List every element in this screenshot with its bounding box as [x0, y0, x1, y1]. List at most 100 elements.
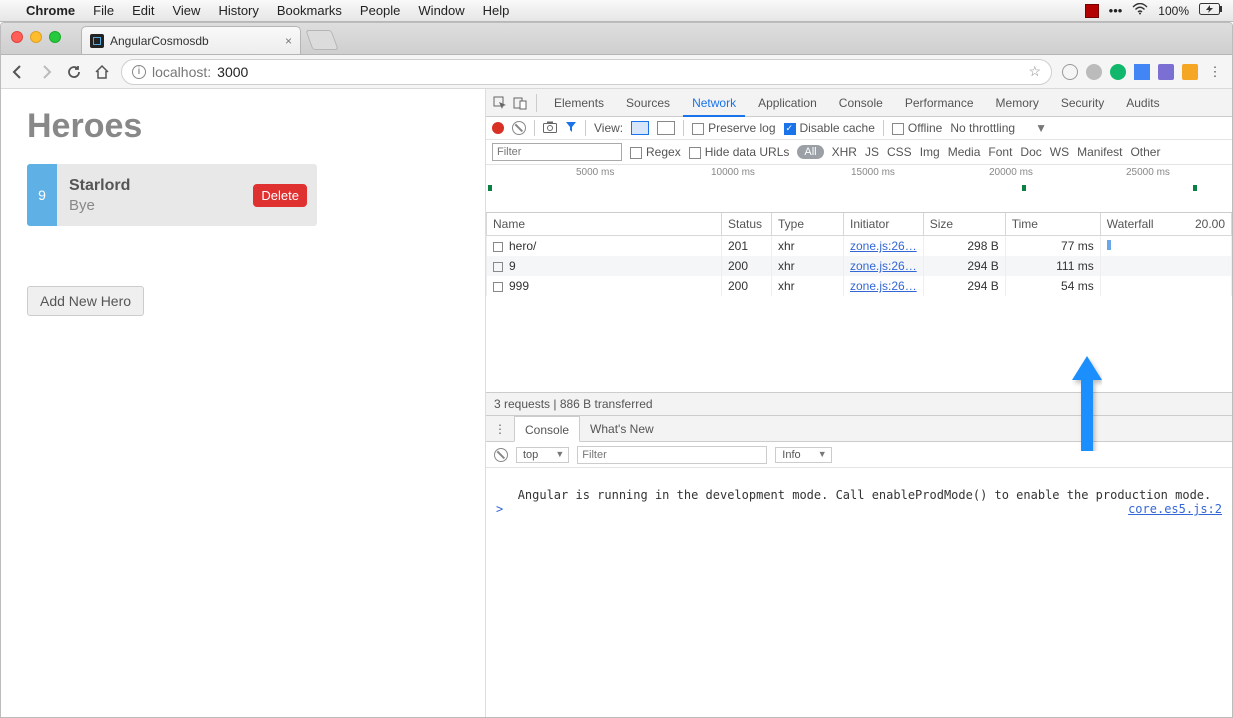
col-waterfall[interactable]: Waterfall20.00	[1100, 213, 1231, 236]
status-app-icon[interactable]	[1085, 4, 1099, 18]
zoom-window-button[interactable]	[49, 31, 61, 43]
bookmark-star-icon[interactable]: ☆	[1028, 63, 1041, 80]
minimize-window-button[interactable]	[30, 31, 42, 43]
wifi-icon[interactable]	[1132, 3, 1148, 18]
tab-close-icon[interactable]: ×	[285, 34, 292, 48]
filter-input[interactable]	[492, 143, 622, 161]
back-button[interactable]	[9, 63, 27, 81]
network-timeline[interactable]: 5000 ms 10000 ms 15000 ms 20000 ms 25000…	[486, 165, 1232, 213]
tab-performance[interactable]: Performance	[896, 89, 983, 117]
filter-js[interactable]: JS	[865, 145, 879, 159]
menubar-history[interactable]: History	[218, 3, 258, 18]
menubar-bookmarks[interactable]: Bookmarks	[277, 3, 342, 18]
inspect-element-icon[interactable]	[492, 95, 508, 111]
tab-security[interactable]: Security	[1052, 89, 1113, 117]
throttling-select[interactable]: No throttling ▼	[950, 121, 1047, 135]
filter-media[interactable]: Media	[948, 145, 981, 159]
menubar-app[interactable]: Chrome	[26, 3, 75, 18]
console-source-link[interactable]: core.es5.js:2	[1128, 502, 1222, 516]
app-content: Heroes 9 Starlord Bye Delete Add New Her…	[1, 89, 486, 717]
view-large-rows-button[interactable]	[631, 121, 649, 135]
filter-all[interactable]: All	[797, 145, 823, 159]
col-initiator[interactable]: Initiator	[844, 213, 924, 236]
record-button[interactable]	[492, 122, 504, 134]
home-button[interactable]	[93, 63, 111, 81]
macos-menubar: Chrome File Edit View History Bookmarks …	[0, 0, 1233, 22]
menubar-view[interactable]: View	[172, 3, 200, 18]
filter-img[interactable]: Img	[920, 145, 940, 159]
menubar-edit[interactable]: Edit	[132, 3, 154, 18]
console-level-select[interactable]: Info	[775, 447, 831, 463]
hide-data-urls-checkbox[interactable]: Hide data URLs	[689, 145, 790, 159]
extension-icon[interactable]	[1086, 64, 1102, 80]
filter-manifest[interactable]: Manifest	[1077, 145, 1122, 159]
battery-icon[interactable]	[1199, 3, 1223, 18]
console-output[interactable]: Angular is running in the development mo…	[486, 468, 1232, 717]
filter-css[interactable]: CSS	[887, 145, 912, 159]
address-bar[interactable]: i localhost:3000 ☆	[121, 59, 1052, 85]
tab-application[interactable]: Application	[749, 89, 826, 117]
tab-sources[interactable]: Sources	[617, 89, 679, 117]
console-message: Angular is running in the development mo…	[518, 488, 1212, 502]
extension-icon[interactable]	[1110, 64, 1126, 80]
network-request-table[interactable]: Name Status Type Initiator Size Time Wat…	[486, 213, 1232, 393]
chrome-menu-icon[interactable]: ⋮	[1206, 63, 1224, 81]
col-time[interactable]: Time	[1005, 213, 1100, 236]
console-prompt[interactable]: >	[496, 502, 503, 516]
col-size[interactable]: Size	[923, 213, 1005, 236]
disable-cache-checkbox[interactable]: Disable cache	[784, 121, 875, 135]
table-row[interactable]: 9200xhrzone.js:26…294 B111 ms	[487, 256, 1232, 276]
device-toolbar-icon[interactable]	[512, 95, 528, 111]
drawer-menu-icon[interactable]: ⋮	[486, 422, 514, 436]
menubar-help[interactable]: Help	[483, 3, 510, 18]
filter-font[interactable]: Font	[988, 145, 1012, 159]
col-type[interactable]: Type	[772, 213, 844, 236]
console-context-select[interactable]: top	[516, 447, 569, 463]
window-controls	[11, 31, 61, 43]
menubar-file[interactable]: File	[93, 3, 114, 18]
filter-icon[interactable]	[565, 121, 577, 136]
menubar-window[interactable]: Window	[418, 3, 464, 18]
console-toolbar: top Info	[486, 442, 1232, 468]
table-row[interactable]: 999200xhrzone.js:26…294 B54 ms	[487, 276, 1232, 296]
devtools: Elements Sources Network Application Con…	[486, 89, 1232, 717]
extension-icon[interactable]	[1158, 64, 1174, 80]
filter-xhr[interactable]: XHR	[832, 145, 857, 159]
col-status[interactable]: Status	[722, 213, 772, 236]
clear-button[interactable]	[512, 121, 526, 135]
extension-icon[interactable]	[1182, 64, 1198, 80]
tab-elements[interactable]: Elements	[545, 89, 613, 117]
drawer-tab-console[interactable]: Console	[514, 416, 580, 442]
extension-icon[interactable]	[1134, 64, 1150, 80]
drawer-tab-whatsnew[interactable]: What's New	[580, 416, 664, 442]
browser-tab[interactable]: AngularCosmosdb ×	[81, 26, 301, 54]
chrome-window: AngularCosmosdb × i localhost:3000 ☆	[0, 22, 1233, 718]
reload-button[interactable]	[65, 63, 83, 81]
add-hero-button[interactable]: Add New Hero	[27, 286, 144, 316]
preserve-log-checkbox[interactable]: Preserve log	[692, 121, 775, 135]
delete-button[interactable]: Delete	[253, 184, 307, 207]
filter-ws[interactable]: WS	[1050, 145, 1069, 159]
console-clear-button[interactable]	[494, 448, 508, 462]
hero-card[interactable]: 9 Starlord Bye Delete	[27, 164, 317, 226]
tab-audits[interactable]: Audits	[1117, 89, 1168, 117]
col-name[interactable]: Name	[487, 213, 722, 236]
offline-checkbox[interactable]: Offline	[892, 121, 942, 135]
overflow-icon[interactable]: •••	[1109, 3, 1123, 18]
filter-doc[interactable]: Doc	[1020, 145, 1041, 159]
regex-checkbox[interactable]: Regex	[630, 145, 681, 159]
site-info-icon[interactable]: i	[132, 65, 146, 79]
menubar-people[interactable]: People	[360, 3, 400, 18]
close-window-button[interactable]	[11, 31, 23, 43]
tab-network[interactable]: Network	[683, 89, 745, 117]
filter-other[interactable]: Other	[1130, 145, 1160, 159]
console-filter-input[interactable]	[577, 446, 767, 464]
forward-button[interactable]	[37, 63, 55, 81]
tab-console[interactable]: Console	[830, 89, 892, 117]
screenshot-icon[interactable]	[543, 121, 557, 136]
extension-icon[interactable]	[1062, 64, 1078, 80]
tab-memory[interactable]: Memory	[987, 89, 1048, 117]
table-row[interactable]: hero/201xhrzone.js:26…298 B77 ms	[487, 236, 1232, 257]
view-small-rows-button[interactable]	[657, 121, 675, 135]
new-tab-button[interactable]	[305, 30, 338, 50]
